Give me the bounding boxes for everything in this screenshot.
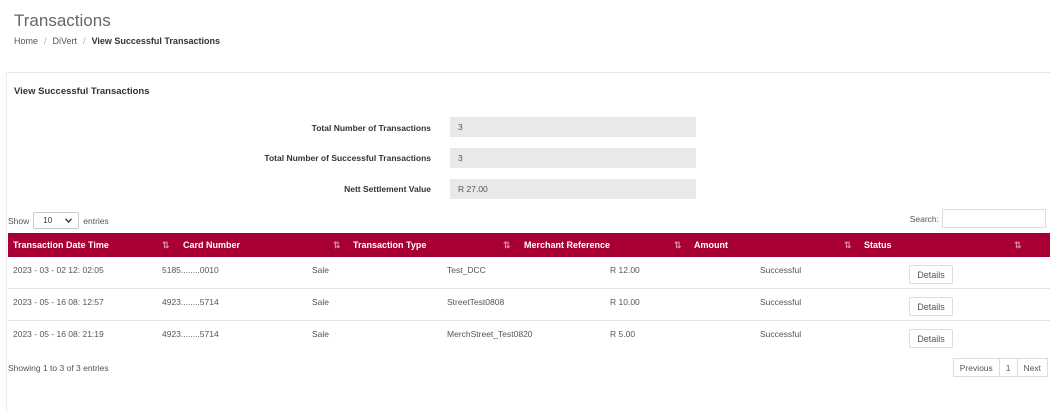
cell-card: 4923........5714 [162,329,219,339]
successful-transactions-value: 3 [450,148,696,168]
sort-arrows-icon[interactable]: ⇅ [162,233,169,257]
cell-type: Sale [312,329,330,339]
cell-status: Successful [760,329,802,339]
length-control: Show 10 entries [8,212,109,229]
column-header-date[interactable]: Transaction Date Time [13,233,109,257]
cell-amount: R 12.00 [610,265,640,275]
cell-amount: R 10.00 [610,297,640,307]
breadcrumb-current: View Successful Transactions [91,36,220,46]
search-input[interactable] [942,209,1046,228]
nett-settlement-label: Nett Settlement Value [344,184,431,194]
page-1-button[interactable]: 1 [998,359,1017,376]
column-header-amount[interactable]: Amount [694,233,728,257]
cell-status: Successful [760,265,802,275]
entries-select[interactable]: 10 [33,212,80,229]
breadcrumb-divert[interactable]: DiVert [53,36,78,46]
cell-type: Sale [312,297,330,307]
entries-label: entries [83,215,109,226]
breadcrumb-home[interactable]: Home [14,36,38,46]
sort-arrows-icon[interactable]: ⇅ [1014,233,1021,257]
previous-button[interactable]: Previous [953,359,999,376]
table-info: Showing 1 to 3 of 3 entries [8,363,109,373]
sort-arrows-icon[interactable]: ⇅ [503,233,510,257]
details-button[interactable]: Details [909,265,953,284]
column-header-reference[interactable]: Merchant Reference [524,233,610,257]
column-header-status[interactable]: Status [864,233,892,257]
details-button[interactable]: Details [909,329,953,348]
column-header-card[interactable]: Card Number [183,233,240,257]
cell-reference: Test_DCC [447,265,486,275]
column-header-type[interactable]: Transaction Type [353,233,426,257]
breadcrumb-separator: / [83,36,86,46]
cell-amount: R 5.00 [610,329,636,339]
entries-select-value: 10 [43,216,53,225]
cell-date: 2023 - 03 - 02 12: 02:05 [13,265,104,275]
next-button[interactable]: Next [1016,359,1047,376]
nett-settlement-value: R 27.00 [450,179,696,199]
cell-card: 5185........0010 [162,265,219,275]
cell-date: 2023 - 05 - 16 08: 12:57 [13,297,104,307]
search-label: Search: [909,213,939,224]
cell-type: Sale [312,265,330,275]
sort-arrows-icon[interactable]: ⇅ [674,233,681,257]
total-transactions-label: Total Number of Transactions [311,123,431,133]
pagination: Previous 1 Next [952,358,1048,377]
card-title: View Successful Transactions [14,86,150,97]
cell-card: 4923........5714 [162,297,219,307]
breadcrumb-separator: / [44,36,47,46]
details-button[interactable]: Details [909,297,953,316]
cell-reference: StreetTest0808 [447,297,505,307]
table-row: 2023 - 05 - 16 08: 21:19 4923........571… [8,321,1050,353]
sort-arrows-icon[interactable]: ⇅ [333,233,340,257]
successful-transactions-label: Total Number of Successful Transactions [264,153,431,163]
show-label: Show [8,215,30,226]
table-row: 2023 - 05 - 16 08: 12:57 4923........571… [8,289,1050,321]
cell-status: Successful [760,297,802,307]
page-title: Transactions [14,11,111,30]
sort-arrows-icon[interactable]: ⇅ [844,233,851,257]
table-header: Transaction Date Time ⇅ Card Number ⇅ Tr… [8,233,1050,257]
breadcrumb: Home / DiVert / View Successful Transactions [14,36,220,46]
chevron-down-icon [65,218,73,223]
table-row: 2023 - 03 - 02 12: 02:05 5185........001… [8,257,1050,289]
search-control: Search: [910,209,1046,228]
cell-reference: MerchStreet_Test0820 [447,329,533,339]
cell-date: 2023 - 05 - 16 08: 21:19 [13,329,104,339]
total-transactions-value: 3 [450,117,696,137]
